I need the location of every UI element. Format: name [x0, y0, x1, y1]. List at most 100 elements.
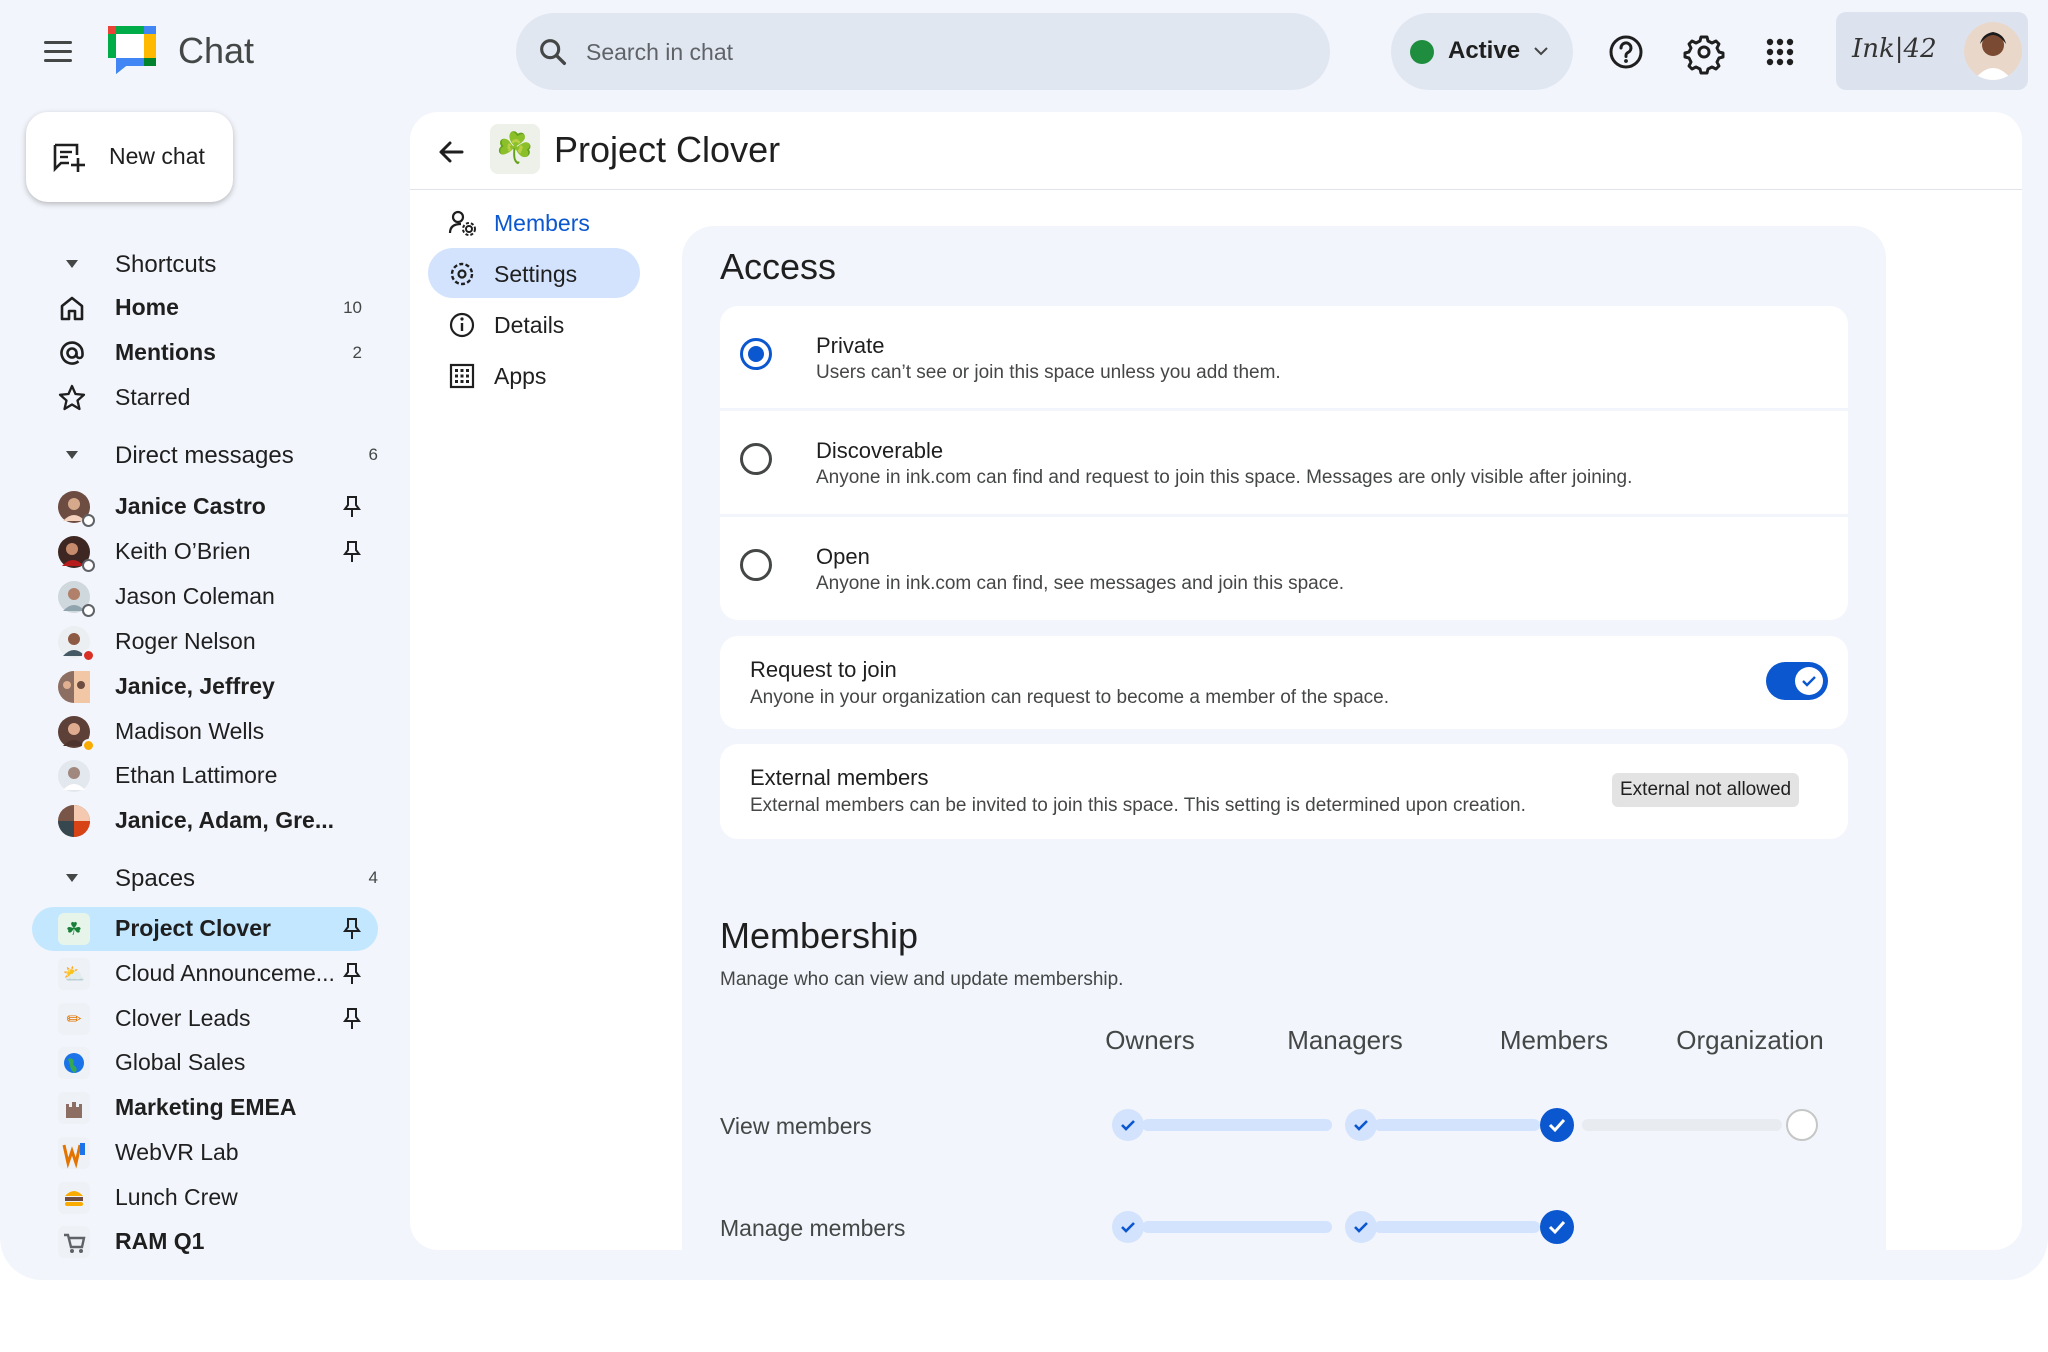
pin-icon[interactable]: [342, 962, 362, 986]
members-check-icon[interactable]: [1540, 1108, 1574, 1142]
sidebar-item-label: Janice, Adam, Gre...: [115, 807, 335, 833]
radio-private[interactable]: [740, 338, 772, 370]
search-bar[interactable]: [516, 13, 1330, 90]
section-direct-messages[interactable]: Direct messages 6: [48, 433, 378, 477]
radio-discoverable[interactable]: [740, 443, 772, 475]
section-spaces[interactable]: Spaces 4: [48, 856, 378, 900]
nav-settings[interactable]: Settings: [428, 248, 640, 298]
radio-open[interactable]: [740, 549, 772, 581]
sidebar-item-label: Ethan Lattimore: [115, 762, 278, 788]
space-item-ram-q1[interactable]: RAM Q1: [32, 1220, 378, 1264]
permission-track: [1142, 1221, 1332, 1233]
dm-item-group[interactable]: Janice, Adam, Gre...: [32, 799, 378, 843]
space-item-cloud-announcements[interactable]: ⛅ Cloud Announceme...: [32, 952, 378, 996]
dm-item-janice-jeffrey[interactable]: Janice, Jeffrey: [32, 665, 378, 709]
app-title: Chat: [178, 30, 255, 71]
space-item-lunch-crew[interactable]: Lunch Crew: [32, 1176, 378, 1220]
pin-icon[interactable]: [342, 540, 362, 564]
presence-away-indicator: [82, 739, 95, 752]
search-input[interactable]: [586, 31, 1286, 73]
check-icon: [1802, 676, 1816, 687]
organization-empty-circle[interactable]: [1786, 1109, 1818, 1141]
column-organization: Organization: [1676, 1025, 1824, 1055]
nav-label: Details: [494, 312, 565, 338]
section-shortcuts[interactable]: Shortcuts: [48, 242, 378, 286]
sidebar-item-label: Marketing EMEA: [115, 1094, 297, 1120]
managers-check-icon[interactable]: [1345, 1211, 1377, 1243]
sidebar-item-label: Keith O’Brien: [115, 538, 251, 564]
avatar: [58, 671, 90, 703]
sidebar-item-starred[interactable]: Starred: [32, 376, 378, 420]
column-owners: Owners: [1105, 1025, 1195, 1055]
main-menu-icon[interactable]: [38, 32, 78, 72]
pin-icon[interactable]: [342, 1007, 362, 1031]
access-option-discoverable[interactable]: Discoverable Anyone in ink.com can find …: [720, 411, 1848, 514]
status-dot-icon: [1410, 40, 1434, 64]
space-item-marketing-emea[interactable]: Marketing EMEA: [32, 1086, 378, 1130]
option-title: Private: [816, 333, 885, 358]
new-chat-button[interactable]: New chat: [26, 112, 233, 202]
access-option-open[interactable]: Open Anyone in ink.com can find, see mes…: [720, 517, 1848, 620]
request-to-join-toggle[interactable]: [1766, 662, 1828, 700]
dm-item-keith-obrien[interactable]: Keith O’Brien: [32, 530, 378, 574]
space-item-project-clover[interactable]: ☘ Project Clover: [32, 907, 378, 951]
membership-subtitle: Manage who can view and update membershi…: [720, 969, 1124, 990]
star-icon: [58, 384, 86, 411]
pin-icon[interactable]: [342, 917, 362, 941]
status-dropdown[interactable]: Active: [1391, 13, 1573, 90]
members-gear-icon: [448, 210, 476, 236]
new-chat-icon: [53, 143, 85, 173]
owners-check-icon[interactable]: [1112, 1211, 1144, 1243]
sidebar-item-label: Roger Nelson: [115, 628, 256, 654]
space-item-global-sales[interactable]: Global Sales: [32, 1041, 378, 1085]
nav-label: Settings: [494, 261, 578, 287]
apps-grid-icon[interactable]: [1754, 26, 1806, 78]
sidebar-item-home[interactable]: Home 10: [32, 286, 378, 330]
permission-track: [1374, 1221, 1540, 1233]
burger-icon: [58, 1182, 90, 1214]
home-icon: [60, 296, 84, 321]
help-icon[interactable]: [1600, 26, 1652, 78]
permission-track-inactive: [1582, 1119, 1782, 1131]
section-label: Spaces: [115, 865, 196, 892]
sidebar-item-mentions[interactable]: Mentions 2: [32, 331, 378, 375]
members-check-icon[interactable]: [1540, 1210, 1574, 1244]
nav-details[interactable]: Details: [428, 299, 640, 349]
pin-icon[interactable]: [342, 495, 362, 519]
option-description: Anyone in ink.com can find, see messages…: [816, 573, 1345, 594]
nav-apps[interactable]: Apps: [428, 350, 640, 400]
dm-item-roger-nelson[interactable]: Roger Nelson: [32, 620, 378, 664]
gear-icon[interactable]: [1678, 26, 1730, 78]
sidebar-item-label: Janice, Jeffrey: [115, 673, 275, 699]
dm-item-jason-coleman[interactable]: Jason Coleman: [32, 575, 378, 619]
presence-dnd-indicator: [82, 649, 95, 662]
column-managers: Managers: [1287, 1025, 1403, 1055]
info-icon: [449, 312, 475, 338]
toggle-knob: [1795, 667, 1823, 695]
nav-members[interactable]: Members: [428, 197, 640, 247]
unread-count: 2: [352, 343, 362, 362]
space-item-webvr-lab[interactable]: WebVR Lab: [32, 1131, 378, 1175]
dm-item-ethan-lattimore[interactable]: Ethan Lattimore: [32, 754, 378, 798]
external-members-row: External members External members can be…: [720, 744, 1848, 839]
access-option-private[interactable]: Private Users can’t see or join this spa…: [720, 306, 1848, 408]
option-description: Users can’t see or join this space unles…: [816, 362, 1281, 383]
chat-app-window: Chat Active: [0, 0, 2048, 1280]
back-arrow-icon[interactable]: [432, 132, 472, 172]
space-clover-icon: ☘️: [490, 124, 540, 174]
sidebar-item-label: WebVR Lab: [115, 1139, 239, 1165]
search-icon: [540, 39, 567, 66]
avatar: [58, 805, 90, 837]
dm-item-janice-castro[interactable]: Janice Castro: [32, 485, 378, 529]
dm-item-madison-wells[interactable]: Madison Wells: [32, 710, 378, 754]
presence-indicator: [82, 559, 95, 572]
section-count: 4: [368, 868, 378, 887]
account-switcher[interactable]: Ink|42: [1836, 12, 2028, 90]
managers-check-icon[interactable]: [1345, 1109, 1377, 1141]
owners-check-icon[interactable]: [1112, 1109, 1144, 1141]
space-item-clover-leads[interactable]: ✏ Clover Leads: [32, 997, 378, 1041]
top-bar: Chat Active: [0, 0, 2048, 104]
at-icon: [60, 341, 84, 365]
access-card: Access Private Users can’t see or join t…: [682, 226, 1886, 976]
sidebar-item-label: Clover Leads: [115, 1005, 251, 1031]
